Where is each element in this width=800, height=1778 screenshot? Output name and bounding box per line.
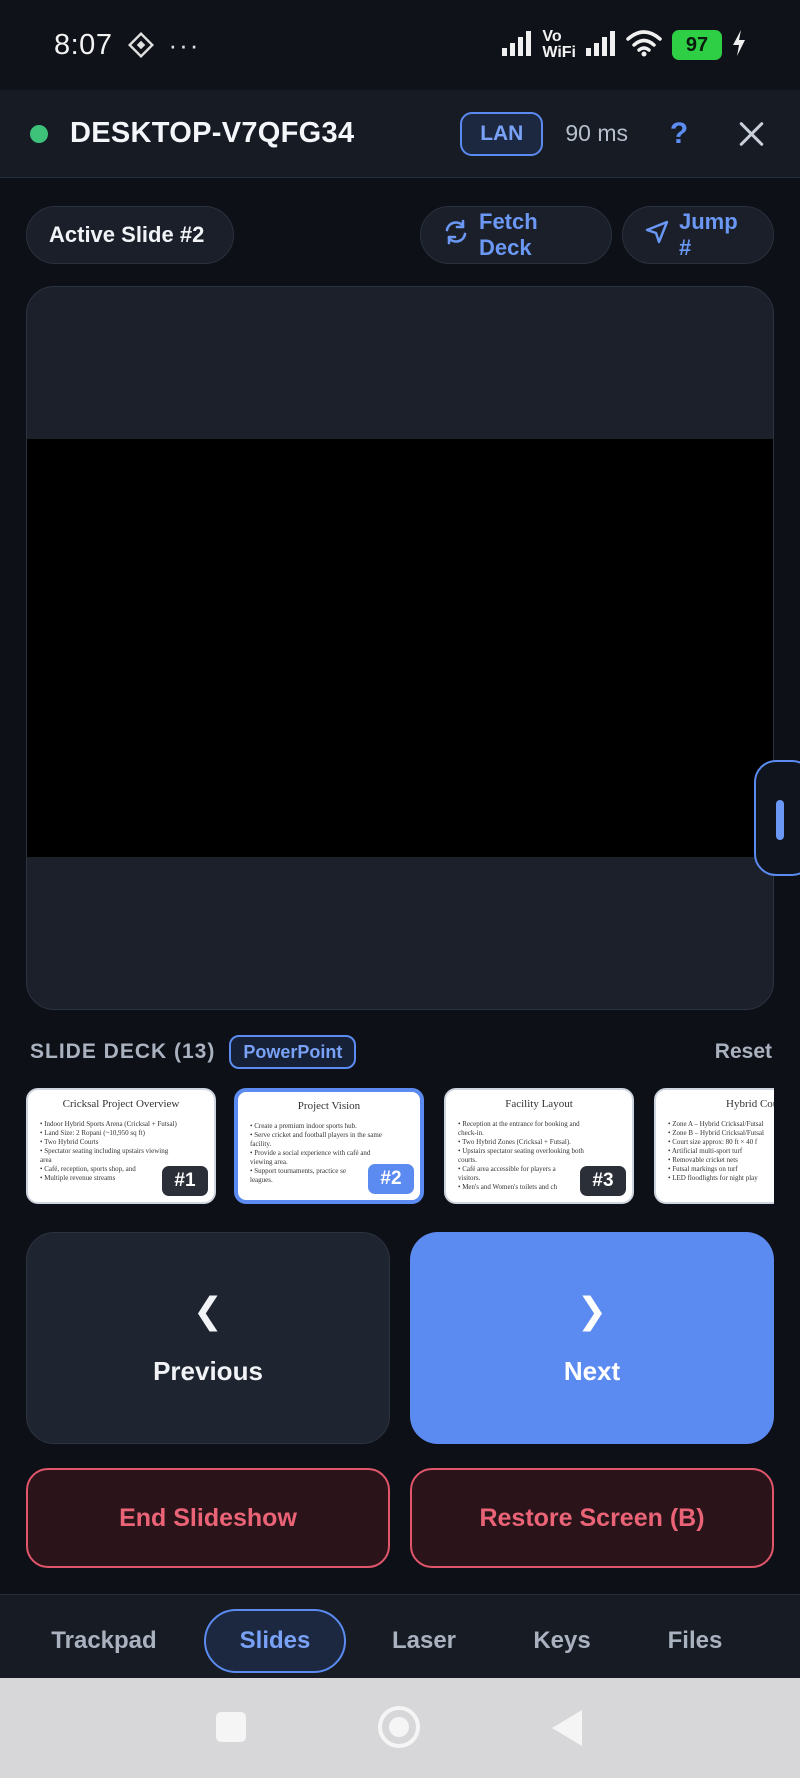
help-button[interactable]: ? (664, 117, 694, 151)
thumbnail-body: • Zone A – Hybrid Cricksal/Futsal • Zone… (668, 1120, 774, 1183)
slide-thumbnail-2[interactable]: Project Vision • Create a premium indoor… (234, 1088, 424, 1204)
end-slideshow-button[interactable]: End Slideshow (26, 1468, 390, 1568)
thumbnail-line: courts. (458, 1156, 477, 1164)
thumbnail-line: • Two Hybrid Courts (40, 1138, 99, 1146)
connection-type-badge: LAN (460, 111, 544, 156)
tab-keys[interactable]: Keys (512, 1609, 612, 1673)
thumbnail-title: Project Vision (297, 1100, 361, 1112)
thumbnail-line: area (40, 1156, 52, 1164)
vowifi-indicator: Vo WiFi (542, 29, 576, 61)
close-icon[interactable] (734, 116, 770, 152)
device-name: DESKTOP-V7QFG34 (70, 117, 355, 149)
thumbnail-line: facility. (250, 1140, 272, 1148)
thumbnail-title: Facility Layout (505, 1098, 573, 1110)
vowifi-vo: Vo (542, 28, 562, 45)
tab-label: Slides (239, 1627, 311, 1654)
chevron-left-icon: ❮ (192, 1289, 224, 1331)
slide-number-badge: #2 (368, 1164, 414, 1194)
previous-button[interactable]: ❮ Previous (26, 1232, 390, 1444)
thumbnail-line: check-in. (458, 1129, 484, 1137)
app-notification-icon (128, 31, 155, 59)
thumbnail-title: Hybrid Cour (726, 1098, 774, 1110)
thumbnail-line: • Artificial multi-sport turf (668, 1147, 743, 1155)
handle-grip-icon (776, 800, 784, 840)
slide-thumbnail-strip[interactable]: Cricksal Project Overview • Indoor Hybri… (26, 1088, 774, 1206)
system-navigation-bar (0, 1678, 800, 1778)
fetch-deck-label: Fetch Deck (479, 209, 538, 260)
navigation-arrow-icon (645, 220, 669, 250)
slide-deck-header: SLIDE DECK (13) PowerPoint Reset (30, 1032, 772, 1072)
thumbnail-line: • Two Hybrid Zones (Cricksal + Futsal). (458, 1138, 571, 1146)
next-label: Next (563, 1355, 621, 1386)
slide-number-badge: #1 (162, 1166, 208, 1196)
connection-header: DESKTOP-V7QFG34 LAN 90 ms ? (0, 90, 800, 178)
tab-slides[interactable]: Slides (204, 1609, 346, 1673)
thumbnail-line: • Removable cricket nets (668, 1156, 738, 1164)
tab-label: Files (667, 1627, 723, 1654)
side-drawer-handle[interactable] (754, 760, 800, 876)
previous-label: Previous (153, 1355, 263, 1386)
recents-icon[interactable] (216, 1712, 246, 1742)
slide-thumbnail-3[interactable]: Facility Layout • Reception at the entra… (444, 1088, 634, 1204)
wifi-icon (626, 29, 662, 62)
thumbnail-line: • Futsal markings on turf (668, 1165, 738, 1173)
slide-thumbnail-4[interactable]: Hybrid Cour • Zone A – Hybrid Cricksal/F… (654, 1088, 774, 1204)
end-slideshow-label: End Slideshow (119, 1503, 297, 1532)
slide-preview-screen (27, 439, 773, 857)
slide-thumbnail-1[interactable]: Cricksal Project Overview • Indoor Hybri… (26, 1088, 216, 1204)
thumbnail-line: • Zone A – Hybrid Cricksal/Futsal (668, 1120, 764, 1128)
thumbnail-line: • Court size approx: 80 ft × 40 f (668, 1138, 758, 1146)
tab-label: Keys (533, 1627, 591, 1654)
chevron-right-icon: ❯ (576, 1289, 608, 1331)
presentation-app-badge: PowerPoint (229, 1035, 357, 1069)
tab-label: Trackpad (51, 1627, 157, 1654)
connection-status-dot (30, 124, 48, 143)
thumbnail-title: Cricksal Project Overview (62, 1098, 180, 1110)
thumbnail-line: • Create a premium indoor sports hub. (250, 1122, 357, 1130)
tab-trackpad[interactable]: Trackpad (30, 1609, 178, 1673)
header-actions: LAN 90 ms ? (460, 111, 770, 156)
thumbnail-line: • Zone B – Hybrid Cricksal/Futsal (668, 1129, 764, 1137)
next-button[interactable]: ❯ Next (410, 1232, 774, 1444)
thumbnail-line: • Land Size: 2 Ropani (~10,950 sq ft) (40, 1129, 145, 1137)
thumbnail-line: • Serve cricket and football players in … (250, 1131, 382, 1139)
vowifi-wifi: WiFi (542, 44, 576, 61)
status-time: 8:07 (54, 28, 113, 61)
tab-laser[interactable]: Laser (372, 1609, 476, 1673)
jump-label: Jump # (679, 209, 738, 260)
latency-readout: 90 ms (565, 120, 628, 146)
app-screen: 8:07 ··· Vo WiFi 97 DESKTOP-V7QFG34 LAN … (0, 0, 800, 1778)
jump-button[interactable]: Jump # (622, 206, 774, 264)
tab-label: Laser (391, 1627, 457, 1654)
fetch-deck-button[interactable]: Fetch Deck (420, 206, 612, 264)
thumbnail-line: • Upstairs spectator seating overlooking… (458, 1147, 584, 1155)
back-icon[interactable] (552, 1710, 582, 1746)
thumbnail-line: • Reception at the entrance for booking … (458, 1120, 580, 1128)
bottom-tab-bar: Trackpad Slides Laser Keys Files (0, 1594, 800, 1678)
restore-screen-label: Restore Screen (B) (479, 1503, 705, 1532)
charging-icon (732, 29, 746, 61)
restore-screen-button[interactable]: Restore Screen (B) (410, 1468, 774, 1568)
reset-button[interactable]: Reset (715, 1040, 772, 1064)
thumbnail-line: • LED floodlights for night play (668, 1174, 758, 1182)
status-bar: 8:07 ··· Vo WiFi 97 (0, 0, 800, 90)
status-indicators: Vo WiFi 97 (502, 29, 746, 62)
tab-files[interactable]: Files (640, 1609, 750, 1673)
slide-preview[interactable] (26, 286, 774, 1010)
active-slide-chip: Active Slide #2 (26, 206, 234, 264)
battery-level: 97 (672, 30, 722, 60)
more-notifications-icon: ··· (168, 29, 201, 60)
slide-deck-title: SLIDE DECK (13) (30, 1040, 216, 1063)
home-icon[interactable] (378, 1706, 420, 1748)
refresh-icon (443, 219, 469, 251)
thumbnail-line: • Provide a social experience with café … (250, 1149, 371, 1157)
thumbnail-line: • Spectator seating including upstairs v… (40, 1147, 169, 1155)
active-slide-label: Active Slide #2 (49, 222, 205, 247)
cell-signal-2-icon (586, 30, 616, 61)
slide-number-badge: #3 (580, 1166, 626, 1196)
thumbnail-line: • Indoor Hybrid Sports Arena (Cricksal +… (40, 1120, 177, 1128)
cell-signal-icon (502, 30, 532, 61)
